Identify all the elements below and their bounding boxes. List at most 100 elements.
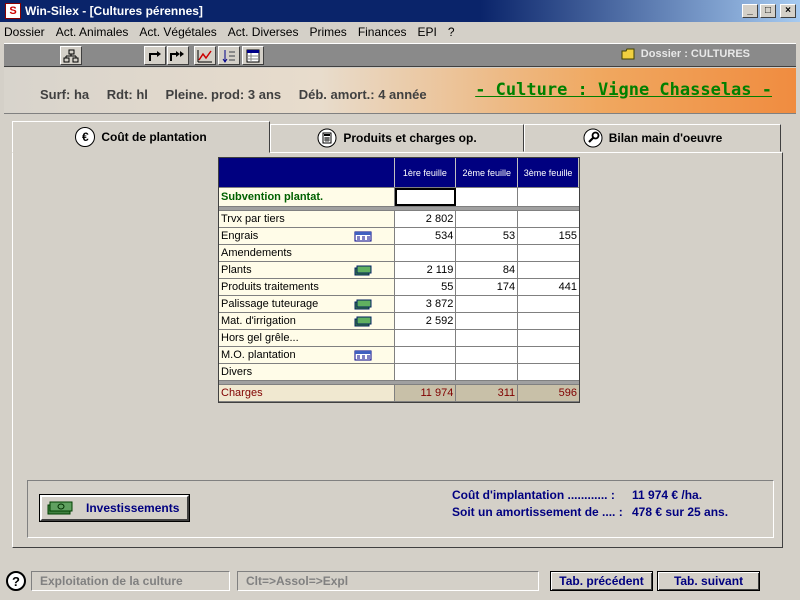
app-icon[interactable]: S	[5, 3, 21, 19]
menu-act-animales[interactable]: Act. Animales	[56, 25, 129, 39]
menu-primes[interactable]: Primes	[309, 25, 346, 39]
value-cell[interactable]	[456, 313, 519, 329]
value-cell[interactable]	[395, 347, 457, 363]
investissements-label: Investissements	[86, 501, 180, 515]
value-cell[interactable]	[518, 330, 579, 346]
row-label-text: Divers	[221, 366, 253, 378]
row-label: Amendements	[219, 245, 395, 261]
help-icon[interactable]: ?	[6, 571, 26, 591]
value-cell[interactable]	[518, 347, 579, 363]
menu-act-diverses[interactable]: Act. Diverses	[228, 25, 299, 39]
value-cell[interactable]	[518, 262, 579, 278]
menu-epi[interactable]: EPI	[418, 25, 437, 39]
tab-bilan-main-oeuvre[interactable]: Bilan main d'oeuvre	[524, 124, 781, 152]
value-cell[interactable]: 84	[456, 262, 519, 278]
cost-row: Divers	[219, 364, 579, 381]
tab-label: Coût de plantation	[101, 130, 207, 144]
menu-finances[interactable]: Finances	[358, 25, 407, 39]
money-icon[interactable]	[354, 265, 372, 276]
calculator-icon[interactable]	[354, 231, 372, 242]
subvention-cell[interactable]	[394, 188, 457, 206]
value-cell[interactable]: 441	[518, 279, 579, 295]
value-cell[interactable]	[395, 364, 457, 380]
chart-button[interactable]	[194, 46, 216, 65]
previous-tab-button[interactable]: Tab. précédent	[550, 571, 653, 591]
status-bar: ? Exploitation de la culture Clt=>Assol=…	[0, 569, 800, 600]
tab-produits-charges[interactable]: Produits et charges op.	[270, 124, 524, 152]
rdt-label: Rdt: hl	[106, 87, 148, 102]
value-cell[interactable]: 2 592	[395, 313, 457, 329]
arrow-right-icon	[149, 50, 161, 61]
forward-button[interactable]	[144, 46, 166, 65]
row-label: Mat. d'irrigation	[219, 313, 395, 329]
maximize-button[interactable]: □	[760, 4, 776, 18]
row-label-text: Plants	[221, 264, 252, 276]
menu-dossier[interactable]: Dossier	[4, 25, 45, 39]
money-icon[interactable]	[354, 299, 372, 310]
euro-icon: €	[75, 127, 96, 147]
culture-info: Surf: ha Rdt: hl Pleine. prod: 3 ans Déb…	[40, 87, 441, 102]
grid-header-corner	[219, 158, 395, 187]
cost-label: Coût d'implantation ............ :	[452, 488, 615, 502]
value-cell[interactable]: 2 802	[395, 211, 457, 227]
line-chart-icon	[197, 49, 212, 62]
value-cell[interactable]	[456, 296, 519, 312]
row-label: Produits traitements	[219, 279, 395, 295]
value-cell[interactable]: 2 119	[395, 262, 457, 278]
value-cell[interactable]	[395, 245, 457, 261]
value-cell[interactable]	[395, 330, 457, 346]
value-cell[interactable]	[456, 330, 519, 346]
row-label-text: Hors gel grêle...	[221, 332, 299, 344]
row-label: Hors gel grêle...	[219, 330, 395, 346]
value-cell[interactable]: 174	[456, 279, 519, 295]
row-label: Divers	[219, 364, 395, 380]
close-button[interactable]: ×	[780, 4, 796, 18]
value-cell[interactable]: 534	[395, 228, 457, 244]
value-cell[interactable]: 53	[456, 228, 519, 244]
row-label-text: Produits traitements	[221, 281, 319, 293]
fast-forward-button[interactable]	[167, 46, 189, 65]
money-icon	[47, 501, 73, 515]
value-cell[interactable]	[518, 313, 579, 329]
hierarchy-button[interactable]	[60, 46, 82, 65]
menu-act-vegetales[interactable]: Act. Végétales	[139, 25, 216, 39]
cost-row: Hors gel grêle...	[219, 330, 579, 347]
row-label: Subvention plantat.	[219, 188, 395, 206]
charges-row: Charges 11 974 311 596	[219, 385, 579, 402]
subvention-cell[interactable]	[518, 188, 579, 206]
tab-label: Bilan main d'oeuvre	[608, 131, 723, 145]
dossier-indicator: Dossier : CULTURES	[621, 48, 750, 60]
value-cell[interactable]	[518, 296, 579, 312]
cost-row: Plants 2 119 84	[219, 262, 579, 279]
value-cell[interactable]	[518, 211, 579, 227]
value-cell[interactable]	[518, 245, 579, 261]
menu-help[interactable]: ?	[448, 25, 455, 39]
value-cell[interactable]: 3 872	[395, 296, 457, 312]
value-cell[interactable]: 55	[395, 279, 457, 295]
value-cell[interactable]	[456, 245, 519, 261]
value-cell[interactable]	[456, 364, 519, 380]
charges-cell: 11 974	[394, 385, 457, 401]
cost-value: 11 974 € /ha.	[632, 488, 703, 502]
value-cell[interactable]	[456, 211, 519, 227]
row-label-text: M.O. plantation	[221, 349, 296, 361]
surf-label: Surf: ha	[40, 87, 90, 102]
value-cell[interactable]: 155	[518, 228, 579, 244]
title-bar: S Win-Silex - [Cultures pérennes] _ □ ×	[0, 0, 800, 22]
value-cell[interactable]	[518, 364, 579, 380]
next-tab-button[interactable]: Tab. suivant	[657, 571, 760, 591]
tab-label: Produits et charges op.	[343, 131, 477, 145]
value-cell[interactable]	[456, 347, 519, 363]
cost-row: Produits traitements 55 174 441	[219, 279, 579, 296]
calculator-icon[interactable]	[354, 350, 372, 361]
tab-cout-plantation[interactable]: € Coût de plantation	[12, 121, 270, 153]
money-icon[interactable]	[354, 316, 372, 327]
sort-list-icon	[222, 49, 235, 63]
subvention-cell[interactable]	[456, 188, 519, 206]
list-button[interactable]	[218, 46, 240, 65]
cost-row: Amendements	[219, 245, 579, 262]
investissements-button[interactable]: Investissements	[39, 494, 190, 522]
table-button[interactable]	[242, 46, 264, 65]
double-arrow-icon	[170, 50, 184, 61]
minimize-button[interactable]: _	[742, 4, 758, 18]
